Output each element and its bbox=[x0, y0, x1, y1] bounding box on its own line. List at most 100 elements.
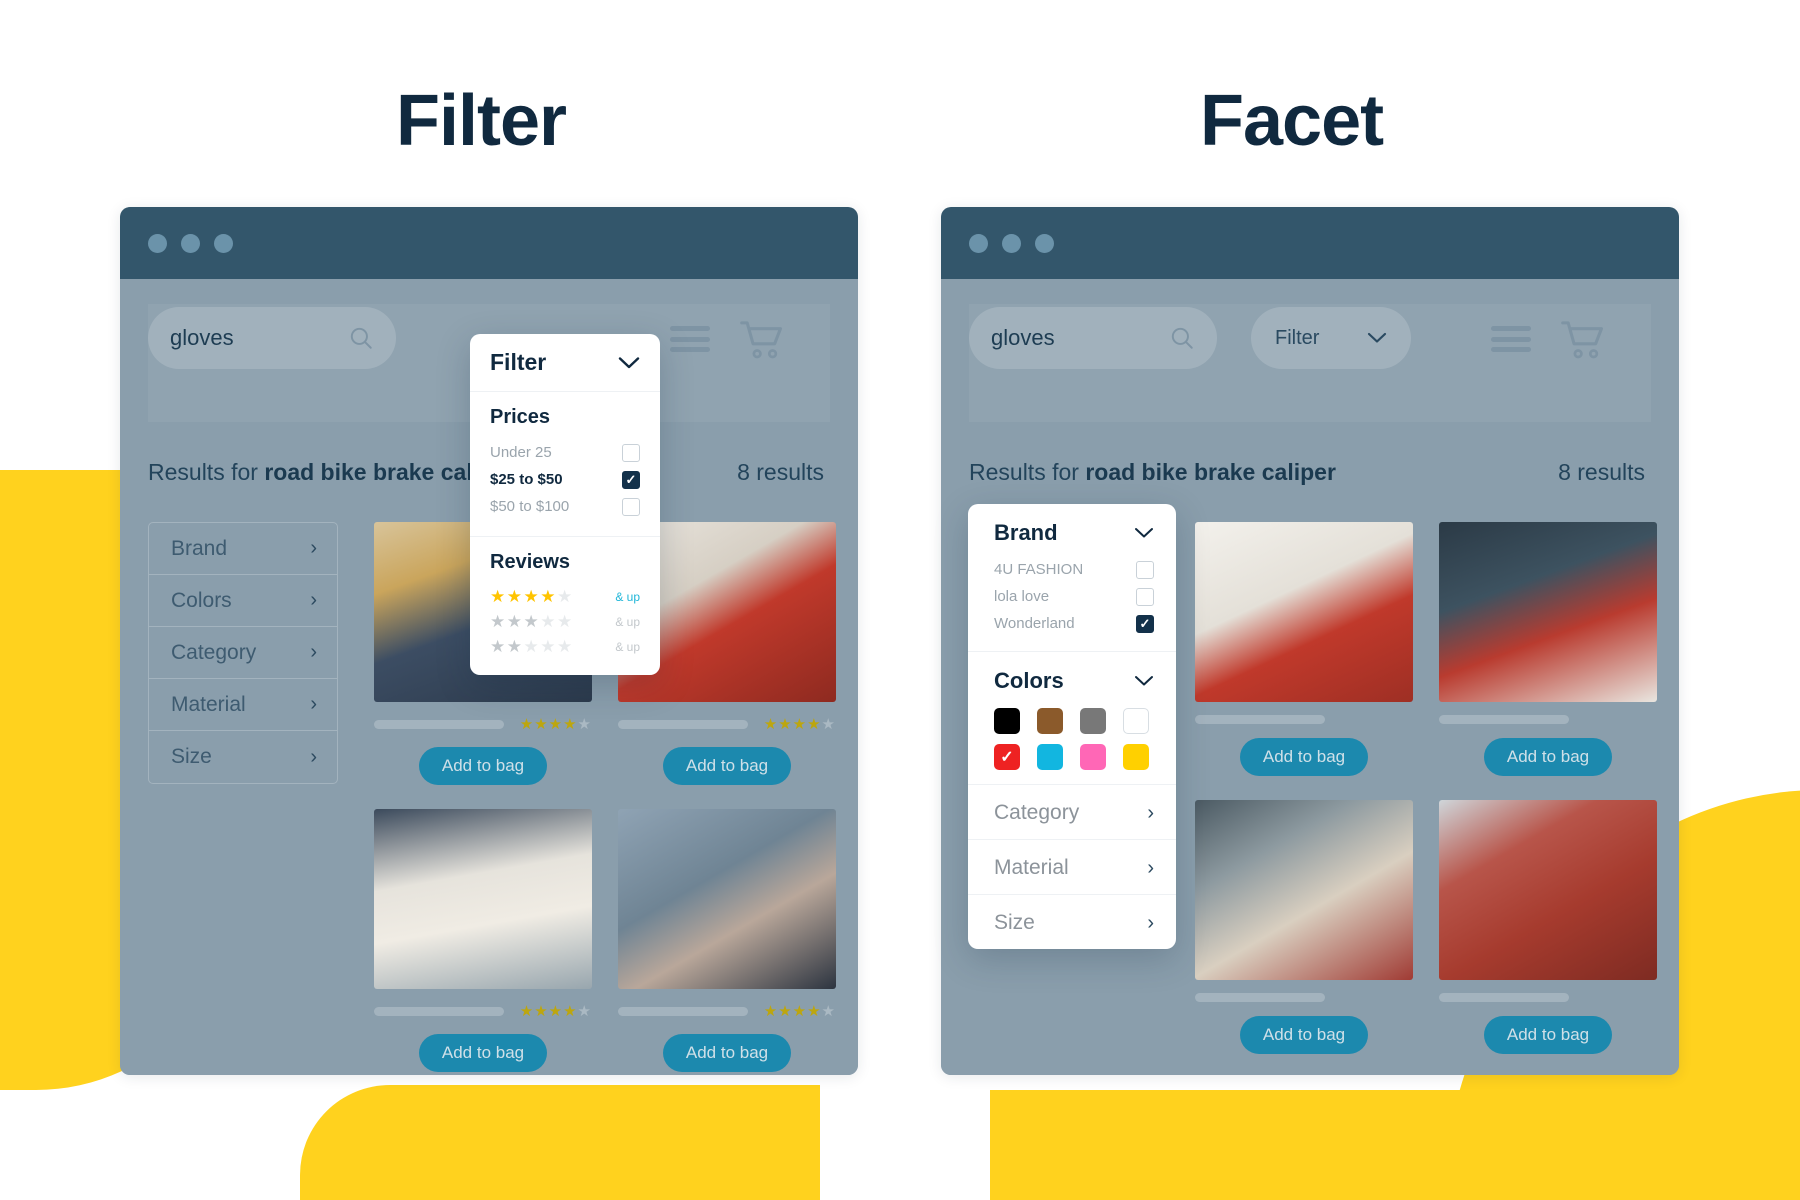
window-maximize-dot[interactable] bbox=[214, 233, 233, 253]
checkbox[interactable] bbox=[1136, 587, 1154, 606]
product-card[interactable]: Add to bag bbox=[1195, 522, 1413, 776]
facet-section-title: Colors bbox=[994, 668, 1064, 693]
sidebar-item-brand[interactable]: Brand › bbox=[149, 523, 337, 575]
facet-section-material[interactable]: Material › bbox=[968, 840, 1176, 895]
checkbox[interactable] bbox=[1136, 560, 1154, 579]
color-swatch-pink[interactable] bbox=[1080, 744, 1106, 770]
window-minimize-dot[interactable] bbox=[1002, 233, 1021, 253]
review-suffix: & up bbox=[615, 639, 640, 654]
add-to-bag-button[interactable]: Add to bag bbox=[419, 747, 547, 785]
checkbox[interactable] bbox=[622, 443, 640, 462]
page-title-facet: Facet bbox=[1200, 81, 1384, 161]
color-swatch-cyan[interactable] bbox=[1037, 744, 1063, 770]
window-close-dot[interactable] bbox=[148, 233, 167, 253]
filter-dropdown-button[interactable]: Filter bbox=[1251, 307, 1411, 369]
add-to-bag-button[interactable]: Add to bag bbox=[1240, 738, 1368, 776]
product-image bbox=[1195, 522, 1413, 702]
window-minimize-dot[interactable] bbox=[181, 233, 200, 253]
product-meta bbox=[1195, 715, 1413, 724]
sidebar-item-size[interactable]: Size › bbox=[149, 731, 337, 783]
chevron-right-icon: › bbox=[310, 693, 317, 715]
window-maximize-dot[interactable] bbox=[1035, 233, 1054, 253]
color-swatch-gray[interactable] bbox=[1080, 708, 1106, 734]
facet-section-header[interactable]: Colors bbox=[994, 668, 1154, 694]
star-rating-icon: ★★★★★ bbox=[490, 586, 574, 606]
search-input[interactable]: gloves bbox=[148, 307, 396, 369]
sidebar-item-label: Brand bbox=[171, 536, 228, 560]
review-option-3-up[interactable]: ★★★★★ & up bbox=[490, 609, 640, 634]
sidebar-item-label: Material bbox=[171, 692, 246, 716]
facet-section-title: Category bbox=[994, 801, 1080, 824]
chevron-right-icon: › bbox=[310, 589, 317, 611]
facet-section-title: Size bbox=[994, 911, 1035, 934]
cart-icon[interactable] bbox=[740, 319, 788, 361]
add-to-bag-button[interactable]: Add to bag bbox=[1484, 738, 1612, 776]
facet-section-brand: Brand 4U FASHION lola love Wonderland bbox=[968, 504, 1176, 652]
color-swatch-red[interactable] bbox=[994, 744, 1020, 770]
add-to-bag-button[interactable]: Add to bag bbox=[663, 1034, 791, 1072]
facet-section-size[interactable]: Size › bbox=[968, 895, 1176, 949]
search-input[interactable]: gloves bbox=[969, 307, 1217, 369]
chevron-down-icon bbox=[1367, 332, 1387, 343]
add-to-bag-button[interactable]: Add to bag bbox=[663, 747, 791, 785]
price-option-25-50[interactable]: $25 to $50 bbox=[490, 466, 640, 493]
brand-option-4u-fashion[interactable]: 4U FASHION bbox=[994, 556, 1154, 583]
product-card[interactable]: Add to bag bbox=[1439, 800, 1657, 1054]
color-swatch-yellow[interactable] bbox=[1123, 744, 1149, 770]
product-card[interactable]: Add to bag bbox=[1195, 800, 1413, 1054]
product-image bbox=[1439, 800, 1657, 980]
star-rating-icon: ★★★★★ bbox=[490, 611, 574, 631]
checkbox[interactable] bbox=[622, 497, 640, 516]
brand-option-wonderland[interactable]: Wonderland bbox=[994, 610, 1154, 637]
review-option-2-up[interactable]: ★★★★★ & up bbox=[490, 634, 640, 659]
product-meta: ★★★★★ bbox=[618, 1002, 836, 1020]
product-card[interactable]: ★★★★★ Add to bag bbox=[374, 809, 592, 1072]
sidebar-item-category[interactable]: Category › bbox=[149, 627, 337, 679]
sidebar-item-colors[interactable]: Colors › bbox=[149, 575, 337, 627]
product-image bbox=[1439, 522, 1657, 702]
checkbox-checked[interactable] bbox=[1136, 614, 1154, 633]
product-title-placeholder bbox=[618, 1006, 748, 1016]
product-card[interactable]: Add to bag bbox=[1439, 522, 1657, 776]
chevron-right-icon: › bbox=[310, 537, 317, 559]
chevron-down-icon[interactable] bbox=[1134, 527, 1154, 539]
product-card[interactable]: ★★★★★ Add to bag bbox=[618, 809, 836, 1072]
sidebar-item-material[interactable]: Material › bbox=[149, 679, 337, 731]
review-option-4-up[interactable]: ★★★★★ & up bbox=[490, 584, 640, 609]
add-to-bag-button[interactable]: Add to bag bbox=[1484, 1016, 1612, 1054]
add-to-bag-button[interactable]: Add to bag bbox=[1240, 1016, 1368, 1054]
brand-option-lola-love[interactable]: lola love bbox=[994, 583, 1154, 610]
review-suffix: & up bbox=[615, 614, 640, 629]
price-option-50-100[interactable]: $50 to $100 bbox=[490, 493, 640, 520]
color-swatch-white[interactable] bbox=[1123, 708, 1149, 734]
product-image bbox=[1195, 800, 1413, 980]
product-rating: ★★★★★ bbox=[519, 1003, 592, 1020]
product-rating: ★★★★★ bbox=[519, 716, 592, 733]
facet-section-header[interactable]: Brand bbox=[994, 520, 1154, 546]
price-option-under-25[interactable]: Under 25 bbox=[490, 439, 640, 466]
checkbox-checked[interactable] bbox=[622, 470, 640, 489]
sidebar-item-label: Category bbox=[171, 640, 257, 664]
cart-icon[interactable] bbox=[1561, 319, 1609, 361]
add-to-bag-button[interactable]: Add to bag bbox=[419, 1034, 547, 1072]
prices-section-title: Prices bbox=[490, 406, 551, 428]
background-shape-bottom bbox=[300, 1085, 820, 1200]
product-title-placeholder bbox=[1439, 715, 1569, 724]
facet-section-title: Material bbox=[994, 856, 1069, 879]
filter-popup-header[interactable]: Filter bbox=[470, 334, 660, 392]
facet-section-category[interactable]: Category › bbox=[968, 785, 1176, 840]
hamburger-icon[interactable] bbox=[1491, 326, 1531, 352]
product-image bbox=[374, 809, 592, 989]
product-meta bbox=[1439, 715, 1657, 724]
filter-dropdown-label: Filter bbox=[1275, 326, 1320, 349]
hamburger-icon[interactable] bbox=[670, 326, 710, 352]
star-rating-icon: ★★★★★ bbox=[490, 636, 574, 656]
color-swatch-black[interactable] bbox=[994, 708, 1020, 734]
product-rating: ★★★★★ bbox=[763, 1003, 836, 1020]
chevron-down-icon[interactable] bbox=[1134, 675, 1154, 687]
window-close-dot[interactable] bbox=[969, 233, 988, 253]
reviews-section: Reviews ★★★★★ & up ★★★★★ & up ★★★★★ & up bbox=[470, 537, 660, 675]
product-row: Add to bag Add to bag bbox=[1195, 522, 1657, 776]
chevron-down-icon[interactable] bbox=[618, 356, 640, 370]
color-swatch-brown[interactable] bbox=[1037, 708, 1063, 734]
